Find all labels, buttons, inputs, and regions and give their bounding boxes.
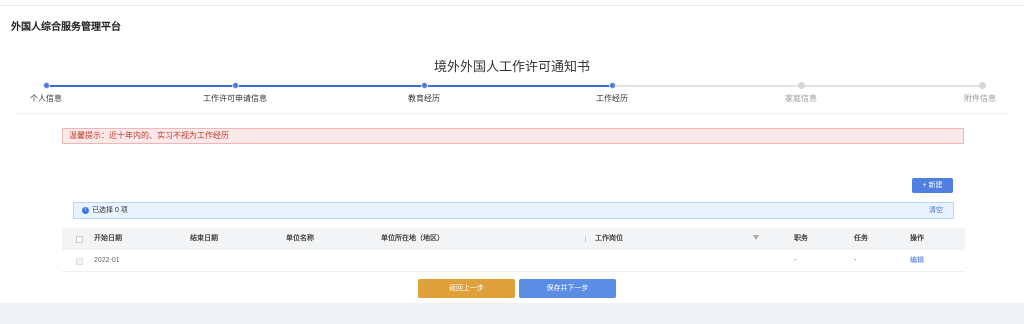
header-task: 任务 xyxy=(854,235,868,242)
filter-icon[interactable] xyxy=(753,235,759,240)
save-next-button[interactable]: 保存并下一步 xyxy=(519,279,616,298)
form-title: 境外外国人工作许可通知书 xyxy=(433,59,590,74)
step-label-personal[interactable]: 个人信息 xyxy=(30,93,62,104)
work-history-table: 开始日期 结束日期 单位名称 单位所在地（地区） 工作岗位 职务 任务 操作 2… xyxy=(62,228,965,272)
progress-line-done xyxy=(46,85,612,87)
header-duty: 职务 xyxy=(794,235,808,242)
progress-steps: 个人信息 工作许可申请信息 教育经历 工作经历 家庭信息 附件信息 xyxy=(0,79,1024,109)
step-label-education[interactable]: 教育经历 xyxy=(408,93,440,104)
section-divider xyxy=(15,113,1009,114)
table-row: 2022-01 - - 编辑 xyxy=(62,250,965,272)
step-label-family[interactable]: 家庭信息 xyxy=(785,93,817,104)
row-checkbox[interactable] xyxy=(76,258,83,265)
selection-count: 已选择 0 项 xyxy=(92,207,128,214)
step-dot-attachment xyxy=(979,82,986,89)
prev-step-button[interactable]: 返回上一步 xyxy=(418,279,515,298)
clear-selection-link[interactable]: 清空 xyxy=(929,203,943,218)
column-separator xyxy=(585,236,586,242)
cell-task: - xyxy=(854,257,857,264)
step-dot-family xyxy=(798,82,805,89)
selection-bar: i 已选择 0 项 清空 xyxy=(73,202,954,219)
new-button[interactable]: + 新建 xyxy=(912,178,953,193)
select-all-checkbox[interactable] xyxy=(76,236,83,243)
cell-start-date: 2022-01 xyxy=(94,257,120,264)
step-dot-personal xyxy=(43,82,50,89)
header-action: 操作 xyxy=(910,235,924,242)
header-start-date: 开始日期 xyxy=(94,235,122,242)
step-label-permit[interactable]: 工作许可申请信息 xyxy=(203,93,267,104)
header-divider xyxy=(0,5,1024,6)
step-dot-permit xyxy=(232,82,239,89)
warning-tip: 温馨提示：近十年内的、实习不视为工作经历 xyxy=(62,128,964,144)
header-location: 单位所在地（地区） xyxy=(381,235,444,242)
cell-duty: - xyxy=(794,257,797,264)
info-icon: i xyxy=(82,206,89,214)
progress-line-todo xyxy=(612,85,982,87)
header-position: 工作岗位 xyxy=(595,235,623,242)
step-dot-work xyxy=(609,82,616,89)
page-body: 外国人综合服务管理平台 境外外国人工作许可通知书 个人信息 工作许可申请信息 教… xyxy=(0,0,1024,303)
app-title: 外国人综合服务管理平台 xyxy=(11,22,121,33)
edit-link[interactable]: 编辑 xyxy=(910,250,924,272)
table-header: 开始日期 结束日期 单位名称 单位所在地（地区） 工作岗位 职务 任务 操作 xyxy=(62,228,965,250)
step-label-work[interactable]: 工作经历 xyxy=(596,93,628,104)
header-end-date: 结束日期 xyxy=(190,235,218,242)
header-company: 单位名称 xyxy=(286,235,314,242)
step-label-attachment[interactable]: 附件信息 xyxy=(964,93,996,104)
step-dot-education xyxy=(421,82,428,89)
